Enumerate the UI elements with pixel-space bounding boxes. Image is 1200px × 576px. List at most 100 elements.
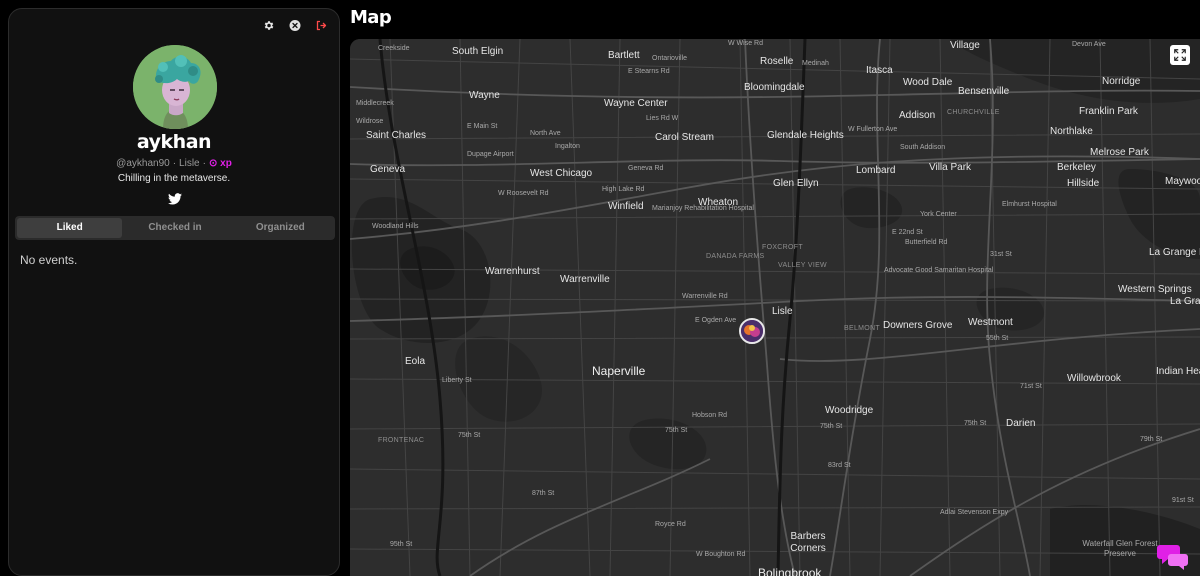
chat-bubbles-icon [1157,545,1188,570]
map-label: Dupage Airport [467,151,514,158]
map-label: Saint Charles [366,130,427,141]
tab-liked[interactable]: Liked [17,218,123,238]
map-label: Glendale Heights [767,130,844,141]
map-label: Ontarioville [652,55,688,62]
map-label: Warrenville [560,274,610,285]
map-label: Bartlett [608,50,640,61]
map-label: Glen Ellyn [773,178,819,189]
expand-icon [1174,49,1186,61]
map-label: Ingalton [555,143,580,150]
map-label: Lisle [772,306,793,317]
map-label: Geneva Rd [628,165,664,172]
map-label: West Chicago [530,168,593,179]
map-label: E 22nd St [892,229,923,236]
map-label: Advocate Good Samaritan Hospital [884,267,994,274]
close-button[interactable] [289,19,301,31]
map-label: Downers Grove [883,320,953,331]
map-label: La Gra [1170,296,1200,307]
profile-handle: @aykhan90 [116,158,170,169]
map-label: 75th St [665,427,688,434]
map-label: 75th St [964,420,987,427]
map-label: 75th St [820,423,843,430]
map-label: Waterfall Glen Forest Preserve [1082,539,1158,559]
event-marker[interactable] [739,318,765,344]
map-label: Willowbrook [1067,373,1121,384]
map-label: 55th St [986,335,1009,342]
map-label: Franklin Park [1079,106,1138,117]
map-label: Berkeley [1057,162,1096,173]
map-label: E Main St [467,123,498,130]
map-label: Bloomingdale [744,82,805,93]
xp-icon: ⊙ [208,158,218,169]
map-label: Woodridge [825,405,874,416]
map-label: Wildrose [356,118,384,125]
map-label: Roselle [760,56,794,67]
logout-button[interactable] [315,19,327,31]
map-label: 71st St [1020,383,1042,390]
map-label: Barbers Corners [790,531,826,554]
logout-icon [316,20,327,30]
map-label: South Addison [900,144,946,151]
fullscreen-button[interactable] [1170,45,1190,65]
map-label: 79th St [1140,436,1163,443]
map-label: Lies Rd W [646,115,679,122]
map-label: E Ogden Ave [695,317,737,324]
map-label: Wayne Center [604,98,668,109]
separator-dot: · [172,158,177,169]
profile-tabs: Liked Checked in Organized [15,216,335,240]
twitter-link[interactable] [168,193,182,205]
map-label: FOXCROFT [762,244,803,251]
map-label: La Grange Park [1149,247,1200,258]
map-label: Elmhurst Hospital [1002,201,1057,208]
map-label: Naperville [592,364,646,378]
map-label: Creekside [378,45,410,52]
chat-button[interactable] [1156,542,1188,570]
map-canvas[interactable]: South Elgin Bartlett Ontarioville Rosell… [350,39,1200,576]
map-label: North Ave [530,130,561,137]
map-label: Lombard [856,165,896,176]
map-label: W Fullerton Ave [848,126,898,133]
map-label: CHURCHVILLE [947,109,1000,116]
map-label: Western Springs [1118,284,1192,295]
tab-organized[interactable]: Organized [228,218,333,238]
map-label: 83rd St [828,462,851,469]
map-label: Liberty St [442,377,472,384]
map-label: South Elgin [452,46,504,57]
map-label: Bolingbrook [758,566,822,576]
profile-panel: aykhan @aykhan90 · Lisle · ⊙ xp Chilling in … [8,8,340,576]
map-label: Melrose Park [1090,147,1149,158]
map-label: Itasca [866,65,893,76]
map-label: W Boughton Rd [696,551,746,558]
map-label: Northlake [1050,126,1093,137]
map-label: Westmont [968,317,1013,328]
profile-location: Lisle [179,158,200,169]
map-label: Devon Ave [1072,41,1106,48]
map-label: W Wise Rd [728,40,763,47]
map-label: Hillside [1067,178,1100,189]
profile-username: aykhan [136,131,212,153]
tab-checked-in[interactable]: Checked in [122,218,227,238]
xp-label: xp [220,158,232,169]
empty-state-message: No events. [20,253,78,267]
map-label: Wayne [469,90,500,101]
map-label: Geneva [370,164,406,175]
map-label: W Roosevelt Rd [498,190,549,197]
app-root: aykhan @aykhan90 · Lisle · ⊙ xp Chilling in … [0,0,1200,576]
map-label: Indian Head Park [1156,366,1200,377]
map-label: 31st St [990,251,1012,258]
map-label: 75th St [458,432,481,439]
map-label: York Center [920,211,957,218]
settings-button[interactable] [263,19,275,31]
map-label: FRONTENAC [378,437,425,444]
avatar [133,45,217,129]
profile-bio: Chilling in the metaverse. [117,173,231,184]
map-label: E Stearns Rd [628,68,670,75]
map-label: Darien [1006,418,1036,429]
map-label: Middlecreek [356,100,394,107]
map-label: Hobson Rd [692,412,728,419]
profile-meta: @aykhan90 · Lisle · ⊙ xp [9,158,339,169]
map-label: VALLEY VIEW [778,262,827,269]
map-label: Addison [899,110,936,121]
map-label: Medinah [802,60,829,67]
map-label: Villa Park [929,162,972,173]
